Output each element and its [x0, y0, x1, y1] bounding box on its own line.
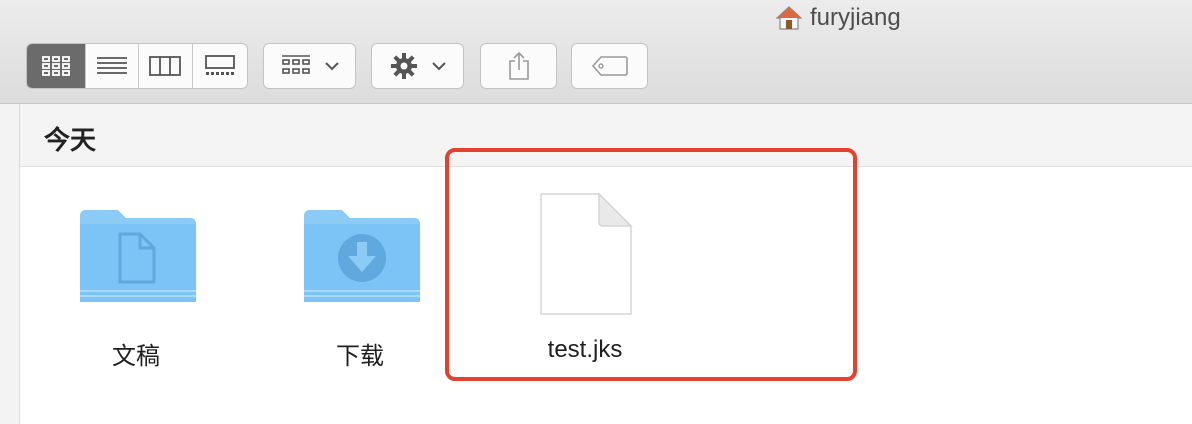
icon-view-button[interactable] [27, 44, 87, 88]
chevron-down-icon [431, 62, 446, 71]
gallery-view-button[interactable] [193, 44, 247, 88]
gear-icon [390, 53, 417, 79]
file-item-downloads[interactable]: 下载 [260, 180, 460, 380]
documents-folder-icon [80, 210, 196, 302]
group-by-icon [281, 55, 310, 74]
finder-toolbar: furyjiang [0, 0, 1192, 104]
downloads-folder-icon [304, 210, 420, 302]
file-label: 文稿 [112, 343, 160, 370]
highlight-box [445, 148, 857, 381]
share-button[interactable] [480, 43, 557, 89]
gallery-view-icon [204, 55, 235, 75]
list-view-icon [97, 57, 128, 74]
home-icon [776, 6, 802, 30]
view-mode-control [26, 43, 248, 89]
group-by-button[interactable] [263, 43, 356, 89]
icon-view-icon [42, 56, 71, 76]
file-item-documents[interactable]: 文稿 [36, 180, 236, 380]
tag-button[interactable] [571, 43, 648, 89]
tag-icon [591, 56, 628, 76]
column-view-button[interactable] [139, 44, 193, 88]
action-button[interactable] [371, 43, 464, 89]
section-title: 今天 [44, 125, 97, 155]
share-icon [508, 51, 529, 80]
file-label: 下载 [336, 343, 384, 370]
column-view-icon [149, 56, 182, 76]
window-title-text: furyjiang [810, 4, 901, 31]
sidebar-edge [0, 104, 20, 424]
list-view-button[interactable] [86, 44, 139, 88]
chevron-down-icon [324, 62, 339, 71]
window-title: furyjiang [776, 2, 901, 34]
